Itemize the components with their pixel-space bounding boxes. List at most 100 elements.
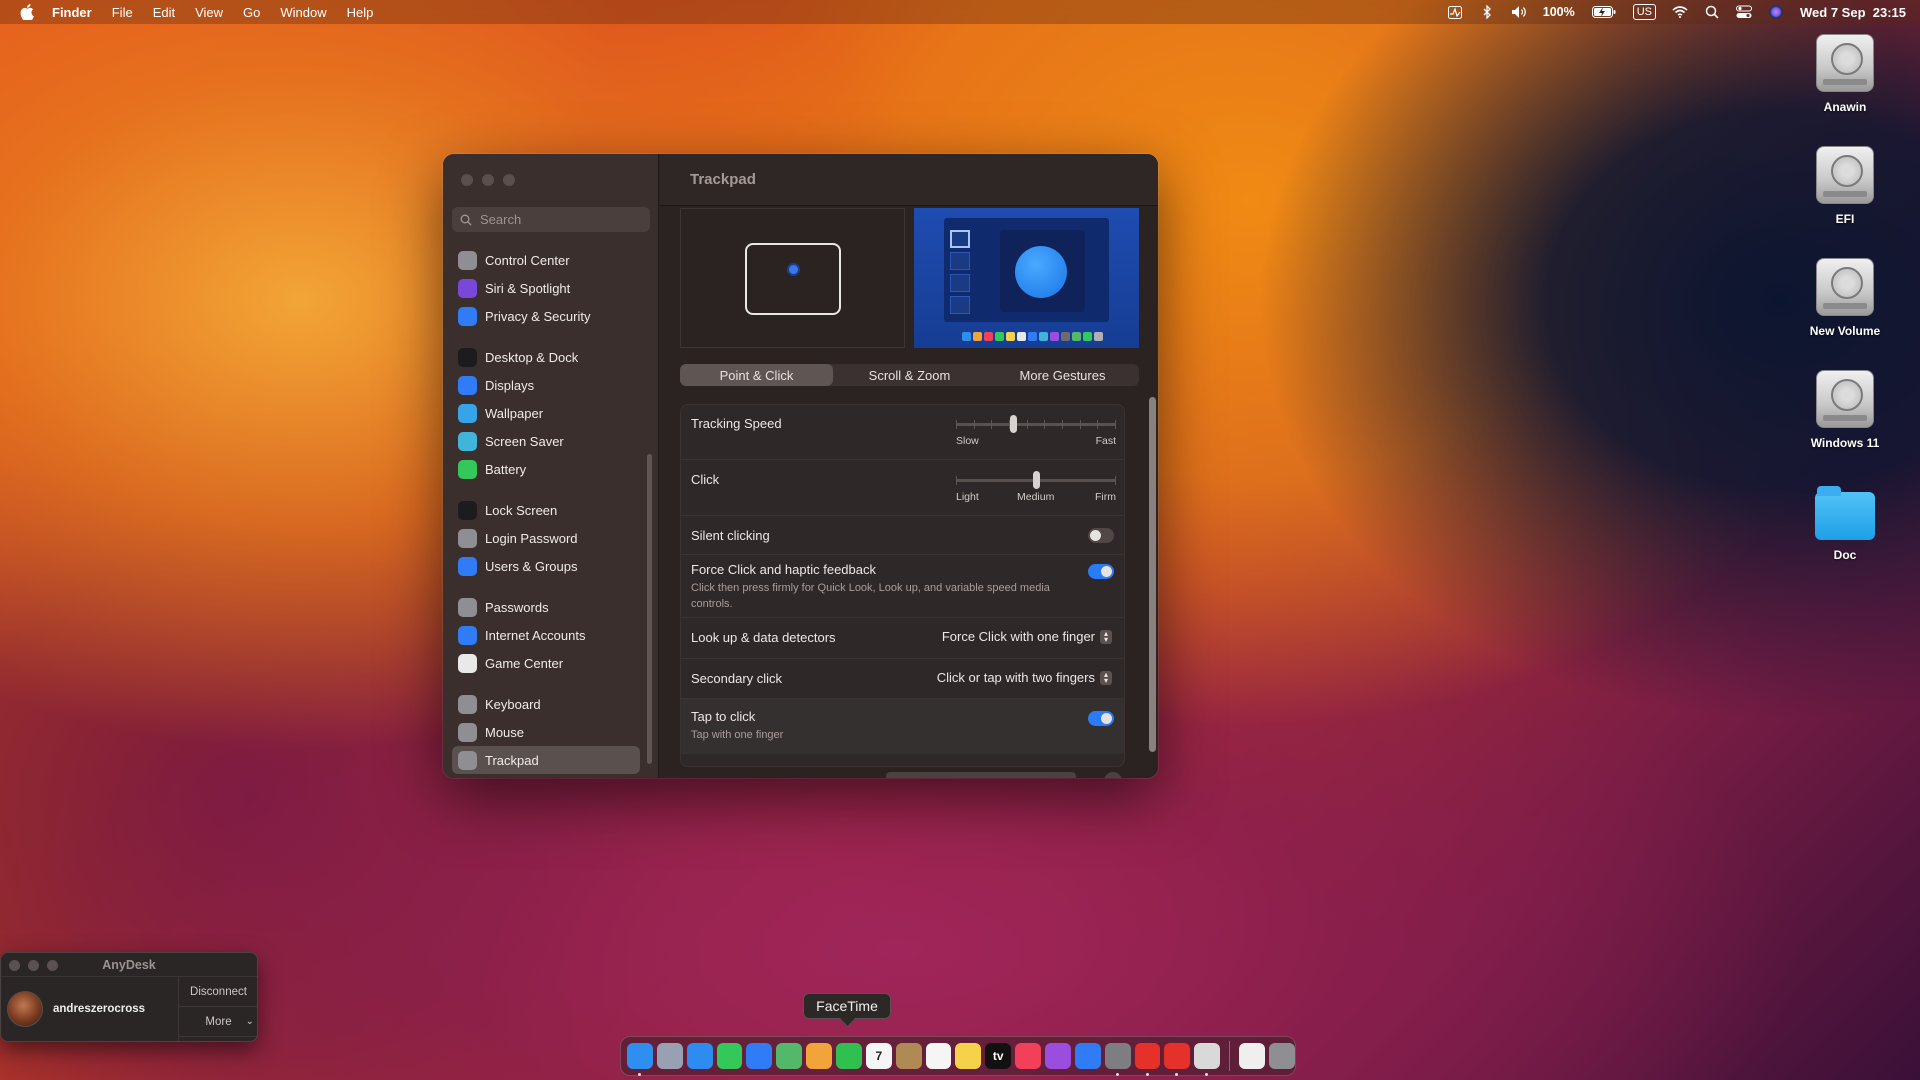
slider-knob[interactable] bbox=[1032, 471, 1040, 489]
menu-edit[interactable]: Edit bbox=[153, 5, 175, 20]
safari-icon[interactable] bbox=[686, 1043, 713, 1069]
desktop-drive-new-volume[interactable]: New Volume bbox=[1790, 256, 1900, 368]
help-button[interactable] bbox=[1104, 772, 1122, 778]
menu-file[interactable]: File bbox=[112, 5, 133, 20]
sidebar-item-control-center[interactable]: Control Center bbox=[452, 246, 640, 274]
sidebar-item-label: Keyboard bbox=[485, 696, 541, 712]
siri-icon[interactable] bbox=[1768, 5, 1784, 19]
control-center-icon bbox=[458, 250, 477, 270]
menu-go[interactable]: Go bbox=[243, 5, 260, 20]
sidebar-item-lock-screen[interactable]: Lock Screen bbox=[452, 496, 640, 524]
trash-icon[interactable] bbox=[1269, 1043, 1295, 1069]
secondary-click-popup-button[interactable]: Click or tap with two fingers ▴ ▾ bbox=[937, 670, 1112, 685]
zoom-button[interactable] bbox=[47, 960, 58, 971]
tv-icon[interactable]: tv bbox=[985, 1043, 1012, 1069]
tracking-speed-slider[interactable]: Slow Fast bbox=[956, 413, 1116, 447]
sidebar-item-login-password[interactable]: Login Password bbox=[452, 524, 640, 552]
search-field[interactable]: Search bbox=[452, 207, 650, 232]
sun-icon bbox=[458, 375, 477, 395]
notes-icon[interactable] bbox=[955, 1043, 982, 1069]
desktop-folder-doc[interactable]: Doc bbox=[1790, 480, 1900, 592]
volume-icon[interactable] bbox=[1511, 5, 1527, 19]
battery-icon[interactable] bbox=[1591, 5, 1617, 19]
app-store-icon[interactable] bbox=[1074, 1043, 1101, 1069]
activity-monitor-icon[interactable] bbox=[1447, 5, 1463, 19]
photos-icon[interactable] bbox=[806, 1043, 833, 1069]
desktop-drive-efi[interactable]: EFI bbox=[1790, 144, 1900, 256]
minimize-button[interactable] bbox=[482, 174, 494, 186]
finder-icon[interactable] bbox=[627, 1043, 653, 1076]
lookup-row: Look up & data detectors Force Click wit… bbox=[681, 618, 1124, 659]
tab-scroll-zoom[interactable]: Scroll & Zoom bbox=[833, 364, 986, 386]
menu-view[interactable]: View bbox=[195, 5, 223, 20]
menu-clock[interactable]: Wed 7 Sep 23:15 bbox=[1800, 5, 1906, 20]
tap-to-click-toggle[interactable] bbox=[1088, 711, 1114, 726]
sidebar-item-displays[interactable]: Displays bbox=[452, 371, 640, 399]
tab-point-click[interactable]: Point & Click bbox=[680, 364, 833, 386]
lookup-popup-button[interactable]: Force Click with one finger ▴ ▾ bbox=[942, 629, 1112, 644]
launchpad-icon[interactable] bbox=[656, 1043, 683, 1069]
close-button[interactable] bbox=[9, 960, 20, 971]
setup-bluetooth-trackpad-button[interactable] bbox=[886, 772, 1076, 778]
silent-clicking-toggle[interactable] bbox=[1088, 528, 1114, 543]
disconnect-button[interactable]: Disconnect bbox=[179, 977, 257, 1007]
archive-icon[interactable] bbox=[895, 1043, 922, 1069]
reminders-icon[interactable] bbox=[925, 1043, 952, 1069]
music-icon[interactable] bbox=[1015, 1043, 1042, 1069]
sidebar-item-screen-saver[interactable]: Screen Saver bbox=[452, 427, 640, 455]
menu-app-name[interactable]: Finder bbox=[52, 5, 92, 20]
anydesk-alt-icon[interactable] bbox=[1164, 1043, 1191, 1076]
desktop-drive-anawin[interactable]: Anawin bbox=[1790, 32, 1900, 144]
sidebar-group: Lock Screen Login Password Users & Groups bbox=[452, 496, 640, 580]
calendar-icon[interactable]: 7 bbox=[865, 1043, 892, 1069]
tab-more-gestures[interactable]: More Gestures bbox=[986, 364, 1139, 386]
slider-knob[interactable] bbox=[1009, 415, 1017, 433]
document-icon[interactable] bbox=[1239, 1043, 1266, 1069]
wifi-icon[interactable] bbox=[1672, 5, 1688, 19]
minimize-button[interactable] bbox=[28, 960, 39, 971]
sidebar-item-keyboard[interactable]: Keyboard bbox=[452, 690, 640, 718]
sidebar-item-passwords[interactable]: Passwords bbox=[452, 593, 640, 621]
sidebar-item-siri-spotlight[interactable]: Siri & Spotlight bbox=[452, 274, 640, 302]
sidebar-item-privacy-security[interactable]: Privacy & Security bbox=[452, 302, 640, 330]
sidebar-scrollbar[interactable] bbox=[647, 454, 652, 764]
menu-help[interactable]: Help bbox=[347, 5, 374, 20]
mail-icon[interactable] bbox=[746, 1043, 773, 1069]
folder-icon bbox=[1815, 486, 1875, 540]
sidebar-item-wallpaper[interactable]: Wallpaper bbox=[452, 399, 640, 427]
control-center-icon[interactable] bbox=[1736, 5, 1753, 19]
zoom-button[interactable] bbox=[503, 174, 515, 186]
anydesk-icon[interactable] bbox=[1134, 1043, 1161, 1076]
sidebar-item-mouse[interactable]: Mouse bbox=[452, 718, 640, 746]
maps-icon[interactable] bbox=[776, 1043, 803, 1069]
content-scrollbar[interactable] bbox=[1149, 397, 1156, 752]
system-settings-icon[interactable] bbox=[1104, 1043, 1131, 1076]
preview-icon[interactable] bbox=[1194, 1043, 1221, 1076]
messages-icon[interactable] bbox=[716, 1043, 743, 1069]
spotlight-search-icon[interactable] bbox=[1704, 5, 1720, 19]
input-source-badge[interactable]: US bbox=[1632, 4, 1657, 20]
desktop-drive-windows-11[interactable]: Windows 11 bbox=[1790, 368, 1900, 480]
sidebar-item-label: Trackpad bbox=[485, 752, 539, 768]
desktop-icon-label: Doc bbox=[1833, 548, 1857, 562]
more-button[interactable]: More ⌄ bbox=[179, 1007, 257, 1037]
sidebar-item-trackpad[interactable]: Trackpad bbox=[452, 746, 640, 774]
preview-dock-app bbox=[1083, 332, 1092, 341]
bluetooth-icon[interactable] bbox=[1479, 5, 1495, 19]
sidebar-item-users-groups[interactable]: Users & Groups bbox=[452, 552, 640, 580]
force-click-toggle[interactable] bbox=[1088, 564, 1114, 579]
close-button[interactable] bbox=[461, 174, 473, 186]
sidebar-item-battery[interactable]: Battery bbox=[452, 455, 640, 483]
podcasts-icon[interactable] bbox=[1045, 1043, 1071, 1069]
sidebar-item-game-center[interactable]: Game Center bbox=[452, 649, 640, 677]
menu-window[interactable]: Window bbox=[280, 5, 326, 20]
sidebar-group: Passwords Internet Accounts Game Center bbox=[452, 593, 640, 677]
click-pressure-slider[interactable]: Light Medium Firm bbox=[956, 469, 1116, 503]
running-indicator bbox=[1145, 1073, 1149, 1076]
slider-tick bbox=[1044, 420, 1046, 429]
apple-menu-icon[interactable] bbox=[18, 3, 36, 21]
sidebar-item-desktop-dock[interactable]: Desktop & Dock bbox=[452, 343, 640, 371]
dock: 7 tv bbox=[620, 1036, 1296, 1076]
facetime-icon[interactable] bbox=[836, 1043, 862, 1069]
sidebar-item-internet-accounts[interactable]: Internet Accounts bbox=[452, 621, 640, 649]
